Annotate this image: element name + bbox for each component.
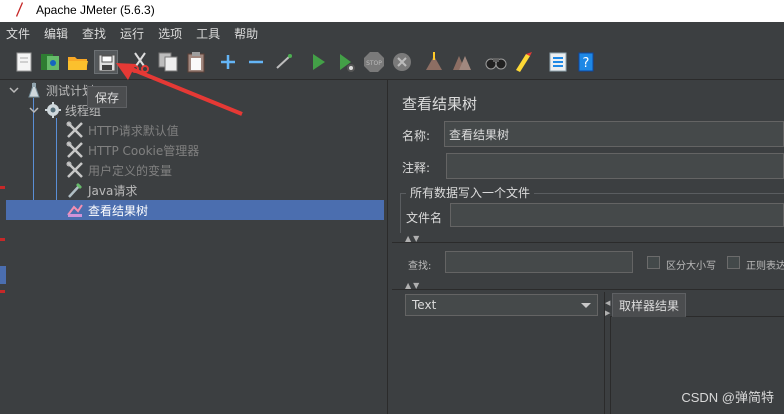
tree-item-label: 用户定义的变量: [88, 163, 173, 178]
function-helper-icon[interactable]: [546, 50, 570, 74]
case-sensitive-checkbox[interactable]: [647, 256, 660, 269]
chevron-down-icon[interactable]: [9, 85, 19, 95]
regex-checkbox[interactable]: [727, 256, 740, 269]
reset-search-icon[interactable]: [512, 50, 536, 74]
config-icon: [66, 121, 83, 138]
search-label: 查找:: [408, 261, 432, 272]
tree-item-java-request[interactable]: Java请求: [66, 180, 137, 200]
tree-item-view-results-tree[interactable]: 查看结果树: [6, 200, 384, 220]
comment-label: 注释:: [402, 161, 431, 175]
search-field[interactable]: [445, 251, 633, 273]
tree-item-cookie-manager[interactable]: HTTP Cookie管理器: [66, 140, 199, 160]
menu-file[interactable]: 文件: [6, 25, 30, 42]
edge-fragment: [0, 238, 5, 241]
tree-item-label: 查看结果树: [88, 203, 149, 218]
name-field[interactable]: 查看结果树: [444, 121, 784, 147]
config-icon: [66, 161, 83, 178]
window-title: Apache JMeter (5.6.3): [36, 3, 155, 17]
file-name-field[interactable]: [450, 203, 784, 227]
start-icon[interactable]: [306, 50, 330, 74]
svg-text:?: ?: [583, 56, 590, 71]
name-label: 名称:: [402, 129, 431, 143]
divider: [392, 242, 784, 243]
toggle-icon[interactable]: [272, 50, 296, 74]
chevron-down-icon[interactable]: [29, 105, 39, 115]
tree-item-label: Java请求: [88, 183, 138, 198]
svg-text:STOP: STOP: [366, 60, 382, 67]
renderer-select[interactable]: Text: [405, 294, 598, 316]
thread-group-icon: [45, 102, 61, 118]
divider: [392, 289, 784, 290]
sampler-icon: [68, 183, 82, 198]
file-name-label: 文件名: [406, 211, 443, 225]
case-sensitive-label: 区分大小写: [666, 261, 716, 272]
file-group-title: 所有数据写入一个文件: [406, 184, 535, 201]
help-icon[interactable]: ?: [574, 50, 598, 74]
title-bar: Apache JMeter (5.6.3): [0, 0, 784, 22]
menu-options[interactable]: 选项: [158, 25, 182, 42]
search-icon[interactable]: [484, 50, 508, 74]
tree-item-label: HTTP Cookie管理器: [88, 143, 200, 158]
clear-all-icon[interactable]: [450, 50, 474, 74]
stop-icon[interactable]: STOP: [362, 50, 386, 74]
config-icon: [66, 141, 83, 158]
shutdown-icon[interactable]: [390, 50, 414, 74]
view-results-tree-panel: 查看结果树 名称: 查看结果树 注释: 所有数据写入一个文件 文件名 ▲▼ 查找…: [392, 80, 784, 414]
chevron-down-icon: [581, 303, 591, 308]
annotation-arrow-icon: [116, 63, 243, 116]
edge-fragment: [0, 290, 5, 293]
edge-fragment: [0, 186, 5, 189]
menu-run[interactable]: 运行: [120, 25, 144, 42]
menu-edit[interactable]: 编辑: [44, 25, 68, 42]
panel-title: 查看结果树: [402, 95, 478, 113]
comment-field[interactable]: [446, 153, 784, 179]
results-list-area[interactable]: [400, 320, 604, 414]
menu-help[interactable]: 帮助: [234, 25, 258, 42]
jmeter-feather-icon: [16, 2, 23, 17]
new-icon[interactable]: [12, 50, 36, 74]
test-plan-icon: [28, 82, 40, 98]
watermark: CSDN @弹简特: [681, 390, 774, 405]
start-no-pauses-icon[interactable]: [334, 50, 358, 74]
renderer-selected-value: Text: [412, 298, 437, 312]
edge-fragment: [0, 266, 6, 284]
listener-icon: [67, 204, 83, 217]
tree-item-test-plan[interactable]: 测试计划: [26, 80, 94, 100]
menu-bar: 文件 编辑 查找 运行 选项 工具 帮助: [0, 22, 784, 44]
tree-item-user-variables[interactable]: 用户定义的变量: [66, 160, 172, 180]
regex-label: 正则表达: [746, 261, 784, 272]
templates-icon[interactable]: [38, 50, 62, 74]
test-plan-tree: 测试计划 线程组 HTTP请求默认值 HTTP Cookie管理器 用户定义的变…: [0, 80, 388, 414]
clear-icon[interactable]: [422, 50, 446, 74]
tree-guide-line: [56, 118, 57, 210]
menu-search[interactable]: 查找: [82, 25, 106, 42]
open-icon[interactable]: [66, 50, 90, 74]
menu-tools[interactable]: 工具: [196, 25, 220, 42]
split-arrows-icon: ◀ ▶: [605, 299, 611, 317]
tab-sampler-result[interactable]: 取样器结果: [612, 293, 687, 317]
